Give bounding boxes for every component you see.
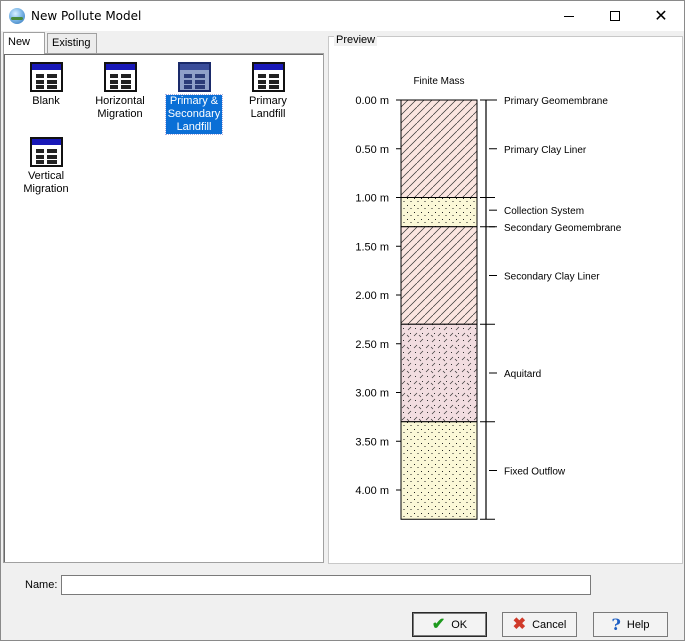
- app-globe-icon: [9, 8, 25, 24]
- layer-annotation-label: Fixed Outflow: [504, 467, 566, 478]
- soil-layer-clay: [400, 226, 478, 325]
- layer-annotation-label: Primary Geomembrane: [504, 96, 608, 107]
- cross-icon: ✖: [512, 615, 527, 633]
- close-button[interactable]: ✕: [638, 1, 684, 31]
- layer-annotation-label: Secondary Clay Liner: [504, 272, 600, 283]
- depth-tick-label: 4.00 m: [355, 485, 389, 497]
- depth-tick-label: 0.00 m: [355, 95, 389, 107]
- model-template-item[interactable]: Vertical Migration: [11, 137, 81, 196]
- ok-label: OK: [451, 618, 468, 631]
- window-title: New Pollute Model: [31, 9, 142, 23]
- model-template-label: Primary & Secondary Landfill: [164, 94, 224, 135]
- minimize-icon: [564, 15, 574, 17]
- model-template-item[interactable]: Horizontal Migration: [85, 62, 155, 121]
- model-template-item[interactable]: Primary Landfill: [233, 62, 303, 121]
- model-window-icon: [177, 62, 211, 92]
- layer-annotation-label: Secondary Geomembrane: [504, 223, 622, 234]
- depth-tick-label: 0.50 m: [355, 144, 389, 156]
- cancel-button[interactable]: ✖ Cancel: [502, 612, 577, 637]
- model-window-icon: [29, 137, 63, 167]
- depth-tick-label: 1.50 m: [355, 241, 389, 253]
- model-template-label: Blank: [30, 95, 62, 108]
- maximize-button[interactable]: [592, 1, 638, 31]
- title-bar: New Pollute Model ✕: [1, 1, 684, 31]
- model-label-line: Migration: [97, 108, 143, 120]
- depth-tick-label: 3.50 m: [355, 436, 389, 448]
- tab-new[interactable]: New: [3, 32, 45, 54]
- minimize-button[interactable]: [546, 1, 592, 31]
- layer-annotation-label: Collection System: [504, 206, 584, 217]
- column-title: Finite Mass: [413, 76, 464, 87]
- layer-annotation-label: Aquitard: [504, 369, 541, 380]
- model-template-label: Horizontal Migration: [93, 95, 147, 121]
- depth-tick-label: 1.00 m: [355, 193, 389, 205]
- depth-tick-label: 2.50 m: [355, 339, 389, 351]
- model-template-item[interactable]: Blank: [11, 62, 81, 108]
- depth-tick-label: 3.00 m: [355, 388, 389, 400]
- model-label-line: Vertical: [27, 170, 65, 182]
- name-label: Name:: [25, 579, 58, 591]
- ok-button[interactable]: ✔ OK: [412, 612, 487, 637]
- help-label: Help: [626, 618, 650, 631]
- model-label-line: Migration: [23, 183, 69, 195]
- close-icon: ✕: [654, 6, 668, 25]
- tab-existing[interactable]: Existing: [47, 33, 97, 53]
- maximize-icon: [610, 11, 620, 21]
- model-template-label: Primary Landfill: [247, 95, 289, 121]
- cancel-label: Cancel: [532, 618, 567, 631]
- model-label-line: Primary: [249, 95, 287, 107]
- soil-layer-sand: [400, 197, 478, 228]
- name-row: Name:: [1, 566, 684, 606]
- model-window-icon: [29, 62, 63, 92]
- help-button[interactable]: ? Help: [593, 612, 668, 637]
- model-label-line: Blank: [32, 95, 60, 107]
- checkmark-icon: ✔: [431, 615, 446, 633]
- model-template-list: Blank Horizontal Migration Primary & Seconda…: [3, 53, 324, 563]
- model-label-line: Landfill: [176, 121, 212, 133]
- model-window-icon: [251, 62, 285, 92]
- depth-tick-label: 2.00 m: [355, 290, 389, 302]
- model-label-line: Landfill: [250, 108, 286, 120]
- name-input[interactable]: [61, 575, 591, 595]
- soil-layer-sand: [400, 421, 478, 520]
- soil-layer-clay: [400, 99, 478, 198]
- model-template-item[interactable]: Primary & Secondary Landfill: [159, 62, 229, 135]
- soil-layer-aquitard: [400, 323, 478, 423]
- new-pollute-model-dialog: New Pollute Model ✕ New Existing Blank Ho…: [0, 0, 685, 641]
- question-mark-icon: ?: [611, 614, 621, 634]
- model-label-line: Horizontal: [95, 95, 145, 107]
- model-label-line: Primary &: [169, 95, 219, 107]
- model-template-label: Vertical Migration: [21, 170, 70, 196]
- model-label-line: Secondary: [167, 108, 221, 120]
- soil-profile-preview: Finite Mass 0.00 m 0.50 m 1.00 m 1.50 m 2.00 …: [355, 76, 622, 520]
- model-window-icon: [103, 62, 137, 92]
- layer-annotation-label: Primary Clay Liner: [504, 145, 587, 156]
